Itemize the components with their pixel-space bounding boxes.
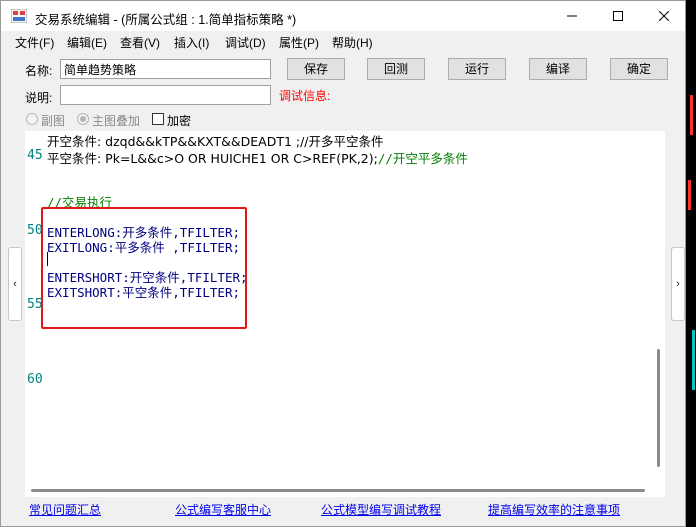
maximize-button[interactable] [595,1,641,31]
chart-candle [690,95,693,135]
chart-candle [688,180,691,210]
encrypt-checkbox[interactable] [152,113,164,125]
minimize-button[interactable] [549,1,595,31]
backtest-button[interactable]: 回测 [367,58,425,80]
chevron-right-icon: › [676,278,680,290]
efficiency-tips-link[interactable]: 提高编写效率的注意事项 [488,501,620,518]
close-button[interactable] [641,1,687,31]
highlight-annotation-box [41,207,247,329]
title-bar: 交易系统编辑 - (所属公式组 : 1.简单指标策略 *) [1,1,685,31]
formula-editor-window: 交易系统编辑 - (所属公式组 : 1.简单指标策略 *) 文件(F) 编辑(E… [0,0,686,527]
code-comment: //开空平多条件 [377,151,468,166]
minimize-icon [567,15,577,17]
chevron-left-icon: ‹ [13,278,17,290]
ok-button[interactable]: 确定 [610,58,668,80]
window-title: 交易系统编辑 - (所属公式组 : 1.简单指标策略 *) [35,13,297,27]
faq-link[interactable]: 常见问题汇总 [29,501,101,518]
left-panel-toggle[interactable]: ‹ [8,247,22,321]
name-label: 名称: [25,64,53,78]
name-input[interactable]: 简单趋势策略 [60,59,271,79]
sub-chart-label: 副图 [41,114,66,128]
vertical-scroll-thumb[interactable] [657,349,660,467]
menu-file[interactable]: 文件(F) [15,34,54,51]
tutorial-link[interactable]: 公式模型编写调试教程 [321,501,441,518]
encrypt-label: 加密 [167,114,192,128]
menu-view[interactable]: 查看(V) [120,34,160,51]
line-number: 60 [27,372,43,387]
menu-help[interactable]: 帮助(H) [332,34,373,51]
menu-edit[interactable]: 编辑(E) [67,34,107,51]
main-overlay-label: 主图叠加 [92,114,141,128]
horizontal-scrollbar[interactable] [25,483,651,497]
right-panel-toggle[interactable]: › [671,247,685,321]
menu-bar: 文件(F) 编辑(E) 查看(V) 插入(I) 调试(D) 属性(P) 帮助(H… [1,31,685,53]
menu-properties[interactable]: 属性(P) [279,34,319,51]
close-icon [659,11,669,21]
description-input[interactable] [60,85,271,105]
app-icon [11,9,27,23]
code-text: 平空条件: Pk=L&&c>O OR HUICHE1 OR C>REF(PK,2… [47,151,378,166]
save-button[interactable]: 保存 [287,58,345,80]
code-editor[interactable]: 45 50 55 60 开空条件: dzqd&&kTP&&KXT&&DEADT1… [25,131,665,497]
vertical-scrollbar[interactable] [651,131,665,497]
menu-debug[interactable]: 调试(D) [225,34,266,51]
support-center-link[interactable]: 公式编写客服中心 [175,501,271,518]
description-label: 说明: [25,91,53,105]
code-line: 平空条件: Pk=L&&c>O OR HUICHE1 OR C>REF(PK,2… [47,148,468,167]
main-overlay-radio[interactable] [77,113,89,125]
code-text: 开空条件: dzqd&&kTP&&KXT&&DEADT1 ;//开多平空条件 [47,134,384,149]
run-button[interactable]: 运行 [448,58,506,80]
chart-candle [692,330,695,390]
maximize-icon [613,11,623,21]
compile-button[interactable]: 编译 [529,58,587,80]
debug-info-label: 调试信息: [279,89,331,103]
sub-chart-radio[interactable] [26,113,38,125]
line-number: 45 [27,148,43,163]
horizontal-scroll-thumb[interactable] [31,489,645,492]
menu-insert[interactable]: 插入(I) [174,34,209,51]
background-chart-right [686,0,696,527]
